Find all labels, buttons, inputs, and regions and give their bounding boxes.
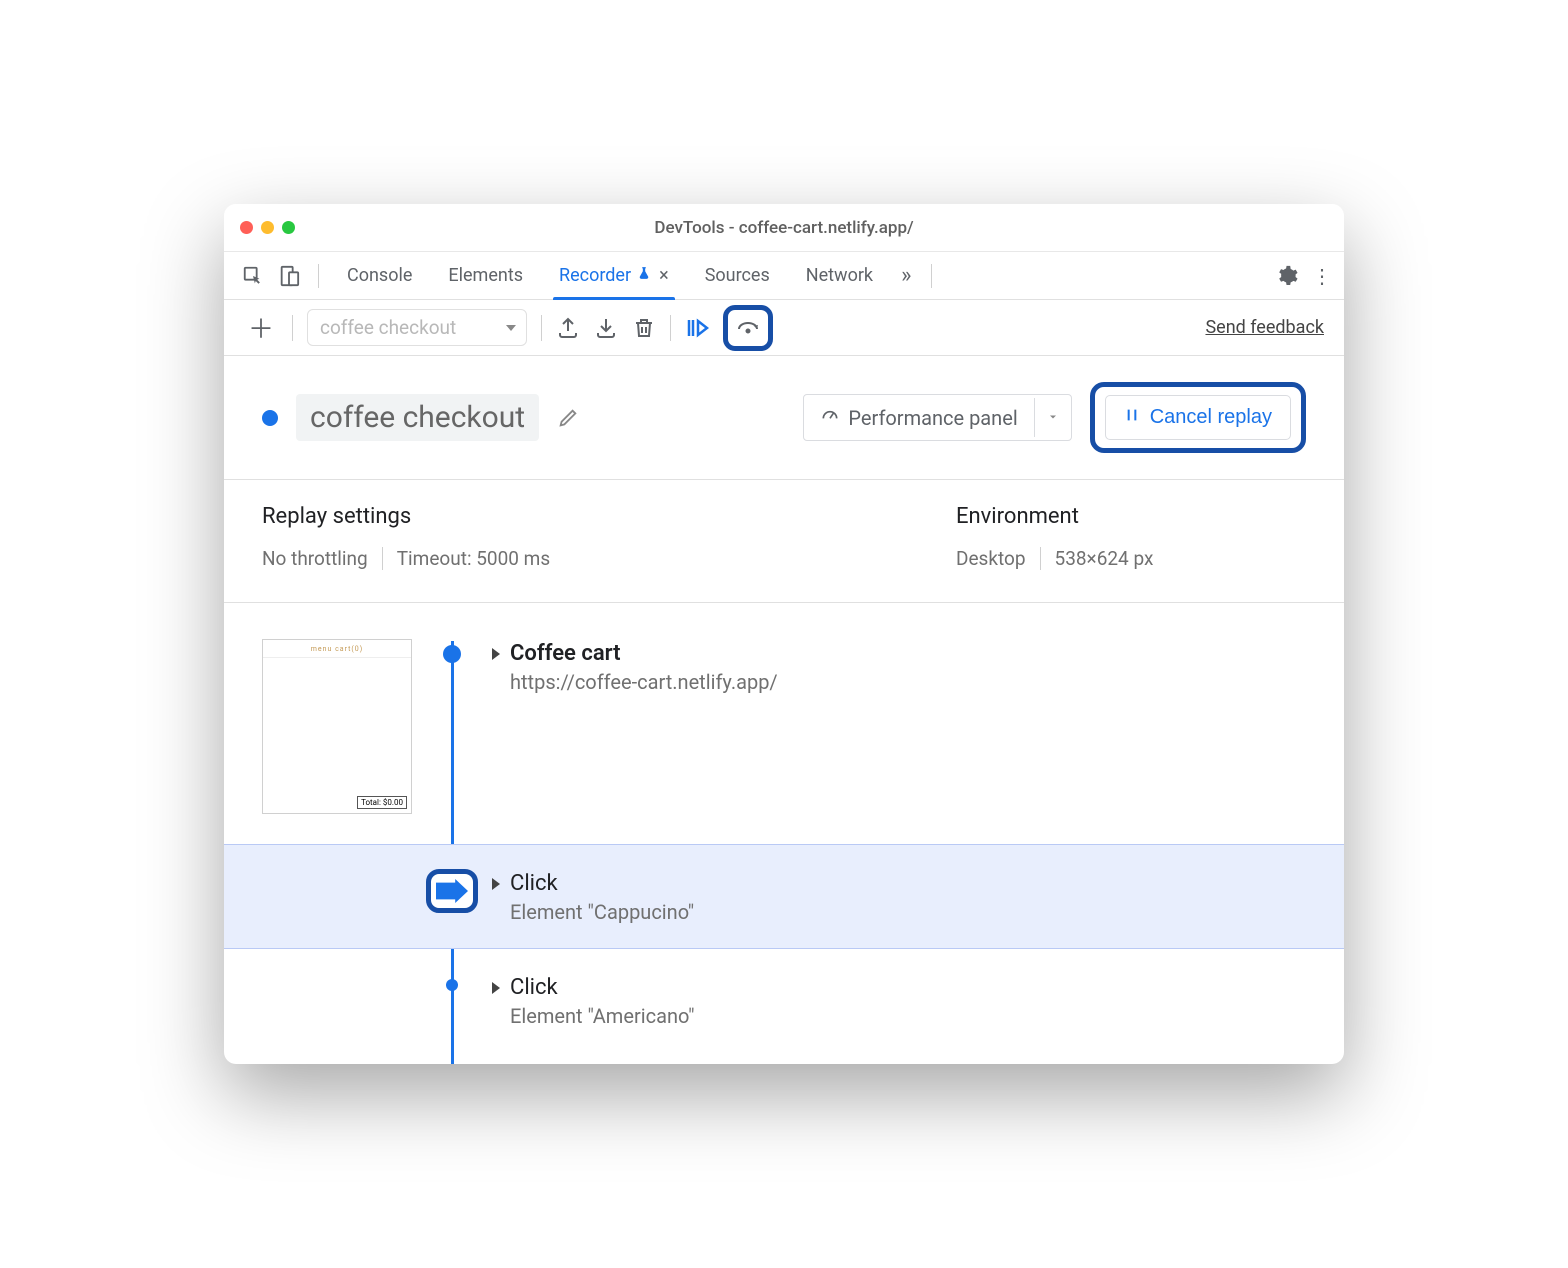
tab-recorder[interactable]: Recorder × — [541, 252, 687, 299]
cancel-replay-highlight: Cancel replay — [1090, 382, 1306, 453]
more-tabs-button[interactable]: » — [891, 252, 921, 299]
step-subtitle: Element "Cappucino" — [510, 900, 1306, 924]
recording-select-dropdown[interactable]: coffee checkout — [307, 309, 527, 346]
kebab-menu-icon[interactable]: ⋮ — [1312, 265, 1334, 287]
throttling-value[interactable]: No throttling — [262, 547, 382, 570]
current-step-highlight — [426, 869, 478, 913]
step-over-icon[interactable] — [736, 316, 760, 340]
steps-timeline: menu cart(0) Total: $0.00 Coffee cart ht… — [224, 603, 1344, 1064]
environment-device: Desktop — [956, 547, 1040, 570]
traffic-lights — [240, 221, 295, 234]
tab-network[interactable]: Network — [788, 252, 891, 299]
step-title: Coffee cart — [510, 641, 621, 666]
send-feedback-link[interactable]: Send feedback — [1205, 317, 1324, 338]
step-over-highlight — [723, 305, 773, 351]
edit-title-icon[interactable] — [557, 407, 579, 429]
gauge-icon — [820, 405, 840, 430]
current-step-arrow-icon — [436, 879, 468, 903]
step-row[interactable]: Click Element "Americano" — [262, 949, 1306, 1064]
expand-step-icon[interactable] — [492, 878, 500, 890]
performance-panel-select[interactable]: Performance panel — [803, 394, 1071, 441]
window-title: DevTools - coffee-cart.netlify.app/ — [295, 218, 1328, 238]
timeout-value[interactable]: Timeout: 5000 ms — [382, 547, 564, 570]
minimize-window-button[interactable] — [261, 221, 274, 234]
timeline-step-dot — [446, 979, 458, 991]
recording-status-dot — [262, 410, 278, 426]
recording-header: coffee checkout Performance panel Cancel… — [224, 356, 1344, 480]
inspect-element-icon[interactable] — [242, 265, 264, 287]
close-window-button[interactable] — [240, 221, 253, 234]
cancel-replay-button[interactable]: Cancel replay — [1105, 395, 1291, 440]
recorder-toolbar: ＋ coffee checkout Send feedback — [224, 300, 1344, 356]
replay-settings-title: Replay settings — [262, 504, 956, 529]
continue-replay-icon[interactable] — [685, 316, 709, 340]
page-thumbnail: menu cart(0) Total: $0.00 — [262, 639, 412, 814]
tab-elements[interactable]: Elements — [430, 252, 541, 299]
environment-title: Environment — [956, 504, 1306, 529]
step-subtitle: https://coffee-cart.netlify.app/ — [510, 670, 1306, 694]
device-toolbar-icon[interactable] — [278, 265, 300, 287]
step-subtitle: Element "Americano" — [510, 1004, 1306, 1028]
expand-step-icon[interactable] — [492, 648, 500, 660]
step-title: Click — [510, 871, 558, 896]
maximize-window-button[interactable] — [282, 221, 295, 234]
pause-icon — [1124, 406, 1140, 429]
step-row-active[interactable]: Click Element "Cappucino" — [224, 844, 1344, 949]
tab-console[interactable]: Console — [329, 252, 430, 299]
flask-icon — [637, 265, 651, 286]
delete-icon[interactable] — [632, 316, 656, 340]
import-icon[interactable] — [594, 316, 618, 340]
close-tab-icon[interactable]: × — [659, 265, 669, 286]
tab-sources[interactable]: Sources — [687, 252, 788, 299]
settings-section: Replay settings No throttling Timeout: 5… — [224, 480, 1344, 603]
environment-viewport: 538×624 px — [1040, 547, 1168, 570]
devtools-tab-bar: Console Elements Recorder × Sources Netw… — [224, 252, 1344, 300]
recording-title[interactable]: coffee checkout — [296, 394, 539, 441]
chevron-down-icon[interactable] — [1034, 398, 1071, 437]
export-icon[interactable] — [556, 316, 580, 340]
devtools-window: DevTools - coffee-cart.netlify.app/ Cons… — [224, 204, 1344, 1064]
timeline-start-dot — [443, 645, 461, 663]
settings-gear-icon[interactable] — [1276, 265, 1298, 287]
step-row[interactable]: menu cart(0) Total: $0.00 Coffee cart ht… — [262, 631, 1306, 844]
title-bar: DevTools - coffee-cart.netlify.app/ — [224, 204, 1344, 252]
step-title: Click — [510, 975, 558, 1000]
new-recording-button[interactable]: ＋ — [244, 309, 278, 346]
expand-step-icon[interactable] — [492, 982, 500, 994]
